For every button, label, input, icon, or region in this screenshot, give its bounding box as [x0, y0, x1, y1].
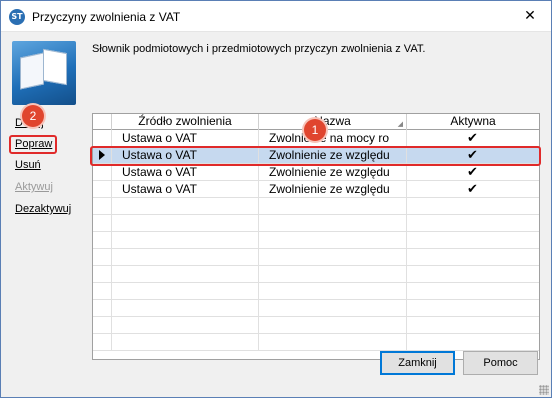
empty-row — [93, 317, 539, 334]
empty-row — [93, 300, 539, 317]
cell-name: Zwolnienie ze względu — [259, 164, 407, 181]
row-indicator-cell — [93, 181, 112, 198]
annotation-badge-1: 1 — [304, 119, 326, 141]
empty-row — [93, 334, 539, 351]
header-active[interactable]: Aktywna — [407, 114, 539, 130]
resize-grip[interactable] — [539, 385, 549, 395]
delete-link[interactable]: Usuń — [15, 159, 41, 171]
cell-source: Ustawa o VAT — [112, 164, 259, 181]
header-indicator — [93, 114, 112, 130]
deactivate-link[interactable]: Dezaktywuj — [15, 203, 71, 215]
empty-row — [93, 249, 539, 266]
checkmark-icon: ✔ — [467, 182, 478, 197]
empty-row — [93, 283, 539, 300]
activate-link: Aktywuj — [15, 181, 53, 193]
empty-row — [93, 215, 539, 232]
dictionary-description: Słownik podmiotowych i przedmiotowych pr… — [92, 43, 426, 55]
empty-row — [93, 198, 539, 215]
annotation-highlight-edit — [9, 135, 57, 154]
checkmark-icon: ✔ — [467, 165, 478, 180]
table-row[interactable]: Ustawa o VAT Zwolnienie ze względu ✔ — [93, 164, 539, 181]
app-logo-icon: ST — [9, 9, 25, 25]
empty-row — [93, 266, 539, 283]
cell-source: Ustawa o VAT — [112, 130, 259, 147]
dialog-window: ST Przyczyny zwolnienia z VAT ✕ Słownik … — [0, 0, 552, 398]
header-source[interactable]: Źródło zwolnienia — [112, 114, 259, 130]
title-bar[interactable]: ST Przyczyny zwolnienia z VAT ✕ — [1, 1, 551, 32]
close-icon[interactable]: ✕ — [517, 4, 543, 28]
cell-name: Zwolnienie ze względu — [259, 181, 407, 198]
cell-name: Zwolnienie na mocy ro — [259, 130, 407, 147]
row-indicator-cell — [93, 130, 112, 147]
row-indicator-cell — [93, 164, 112, 181]
close-button[interactable]: Zamknij — [380, 351, 455, 375]
empty-row — [93, 232, 539, 249]
annotation-highlight-row — [90, 146, 541, 166]
annotation-badge-2: 2 — [22, 105, 44, 127]
window-title: Przyczyny zwolnienia z VAT — [32, 10, 181, 24]
dialog-content: Słownik podmiotowych i przedmiotowych pr… — [1, 33, 551, 397]
cell-source: Ustawa o VAT — [112, 181, 259, 198]
book-icon — [12, 41, 76, 105]
checkmark-icon: ✔ — [467, 131, 478, 146]
header-name[interactable]: Nazwa ◢ — [259, 114, 407, 130]
help-button[interactable]: Pomoc — [463, 351, 538, 375]
table-row[interactable]: Ustawa o VAT Zwolnienie ze względu ✔ — [93, 181, 539, 198]
